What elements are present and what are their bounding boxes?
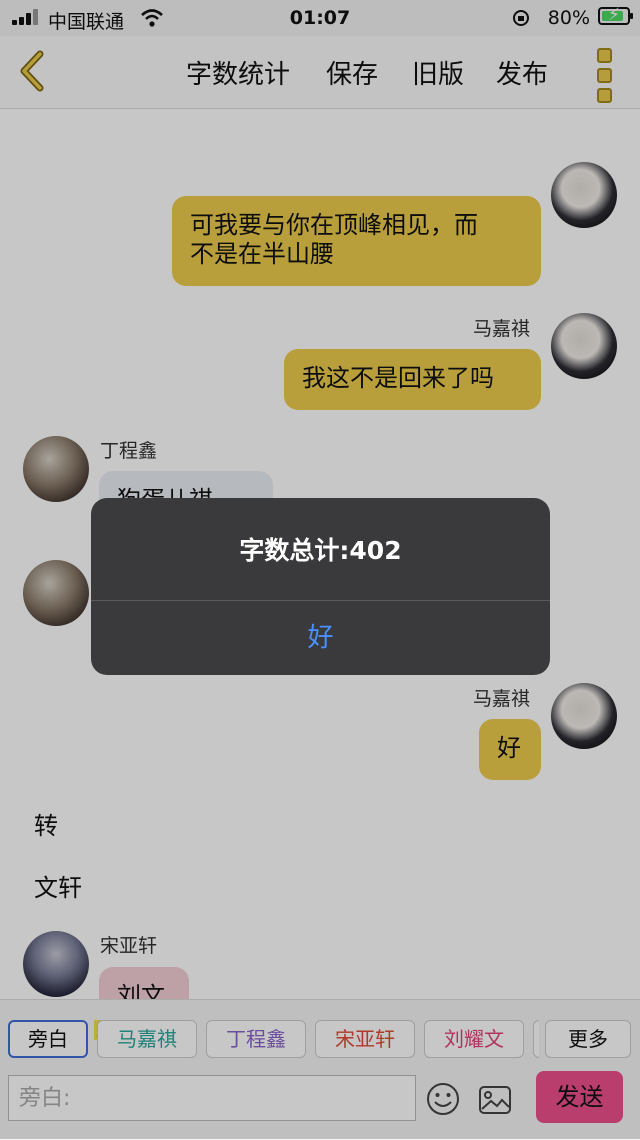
word-count-alert: 字数总计:402 好	[91, 498, 550, 675]
alert-ok-button[interactable]: 好	[91, 601, 550, 675]
alert-title: 字数总计:402	[239, 536, 402, 565]
